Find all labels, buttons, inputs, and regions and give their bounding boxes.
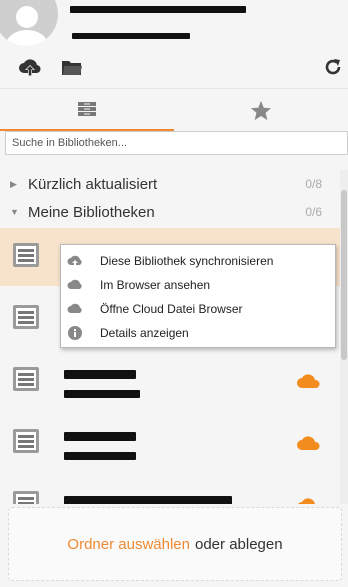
library-icon: [13, 243, 39, 267]
folder-icon[interactable]: [61, 58, 83, 76]
menu-item-label: Diese Bibliothek synchronisieren: [100, 254, 274, 268]
library-row[interactable]: [0, 476, 340, 504]
account-email-redacted: [70, 6, 246, 13]
section-label: Meine Bibliotheken: [28, 203, 155, 221]
account-header: [0, 0, 348, 88]
chevron-down-icon: ▼: [10, 207, 19, 217]
libraries-icon: [78, 102, 96, 116]
cloud-icon[interactable]: [296, 496, 322, 504]
account-server-redacted: [72, 33, 190, 39]
scrollbar-thumb[interactable]: [341, 190, 347, 360]
info-icon: [68, 326, 82, 340]
section-my-libraries[interactable]: ▼ Meine Bibliotheken 0/6: [0, 201, 340, 223]
section-recently-updated[interactable]: ▶ Kürzlich aktualisiert 0/8: [0, 173, 340, 195]
menu-item-label: Details anzeigen: [100, 326, 189, 340]
library-name-redacted: [64, 432, 136, 441]
library-owner-redacted: [64, 452, 136, 460]
library-row[interactable]: [0, 352, 340, 410]
list-scrollbar[interactable]: [340, 170, 348, 504]
star-icon: [250, 100, 272, 120]
menu-item-sync[interactable]: Diese Bibliothek synchronisieren: [61, 249, 335, 273]
drop-hint-text: oder ablegen: [195, 535, 283, 553]
cloud-sync-icon: [67, 255, 82, 268]
menu-item-label: Öffne Cloud Datei Browser: [100, 302, 243, 316]
library-icon: [13, 429, 39, 453]
section-count: 0/6: [305, 205, 322, 219]
avatar[interactable]: [0, 0, 58, 46]
library-icon: [13, 367, 39, 391]
menu-item-view-in-browser[interactable]: Im Browser ansehen: [61, 273, 335, 297]
cloud-icon: [67, 279, 82, 289]
library-context-menu: Diese Bibliothek synchronisieren Im Brow…: [60, 244, 336, 348]
library-row[interactable]: [0, 414, 340, 472]
cloud-icon[interactable]: [296, 434, 322, 451]
cloud-icon[interactable]: [296, 372, 322, 389]
folder-drop-zone[interactable]: Ordner auswählen oder ablegen: [8, 507, 342, 581]
tab-bar: [0, 88, 348, 131]
choose-folder-link[interactable]: Ordner auswählen: [67, 536, 190, 553]
chevron-right-icon: ▶: [10, 178, 17, 189]
menu-item-open-cloud-browser[interactable]: Öffne Cloud Datei Browser: [61, 297, 335, 321]
tab-starred[interactable]: [174, 89, 348, 131]
tab-libraries[interactable]: [0, 89, 174, 131]
menu-item-label: Im Browser ansehen: [100, 278, 211, 292]
cloud-icon: [67, 303, 82, 313]
section-label: Kürzlich aktualisiert: [28, 175, 158, 193]
search-box: [5, 131, 348, 155]
refresh-icon[interactable]: [323, 57, 343, 77]
search-input[interactable]: [5, 131, 348, 155]
library-owner-redacted: [64, 390, 140, 398]
library-icon: [13, 491, 39, 504]
cloud-upload-icon[interactable]: [18, 56, 42, 78]
library-name-redacted: [64, 370, 136, 379]
library-name-redacted: [64, 496, 232, 504]
menu-item-details[interactable]: Details anzeigen: [61, 321, 335, 345]
section-count: 0/8: [305, 177, 322, 191]
library-icon: [13, 305, 39, 329]
